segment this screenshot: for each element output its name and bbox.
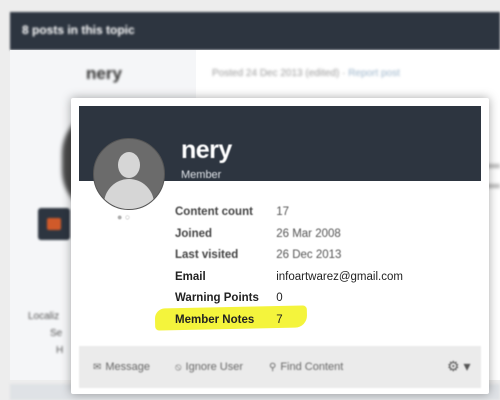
- rank-badge-icon: [38, 208, 70, 240]
- stat-label: Last visited: [175, 249, 239, 261]
- stat-label: Joined: [175, 227, 213, 240]
- member-group: Member: [181, 169, 222, 181]
- find-content-button[interactable]: ⚲ Find Content: [269, 361, 343, 373]
- member-hovercard: nery Member ● ○ Content count 17 Joined …: [71, 98, 489, 394]
- stat-last-visited: Last visited 26 Dec 2013: [175, 245, 403, 267]
- block-icon: ⦸: [175, 362, 182, 373]
- stat-content-count: Content count 17: [175, 202, 403, 224]
- post-meta: Posted 24 Dec 2013 (edited) · Report pos…: [212, 68, 400, 79]
- side-line: Localiz: [28, 311, 60, 322]
- member-stats: Content count 17 Joined 26 Mar 2008 Last…: [175, 202, 403, 331]
- message-button[interactable]: ✉ Message: [93, 361, 150, 373]
- envelope-icon: ✉: [93, 362, 102, 373]
- stat-joined: Joined 26 Mar 2008: [175, 224, 403, 246]
- stat-label: Warning Points: [175, 292, 259, 304]
- ignore-label: Ignore User: [185, 361, 244, 373]
- stat-value: 17: [276, 206, 289, 218]
- stat-value: 0: [276, 292, 283, 304]
- message-label: Message: [105, 361, 151, 373]
- stat-value: infoartwarez@gmail.com: [276, 270, 403, 283]
- stat-label: Content count: [175, 206, 253, 218]
- search-icon: ⚲: [269, 362, 277, 373]
- post-author-name[interactable]: nery: [86, 64, 122, 84]
- stat-warning-points: Warning Points 0: [175, 288, 403, 310]
- topic-post-count: 8 posts in this topic: [22, 23, 135, 37]
- member-avatar[interactable]: [93, 138, 165, 210]
- stat-value: 26 Mar 2008: [276, 227, 341, 240]
- find-label: Find Content: [280, 361, 344, 373]
- member-name[interactable]: nery: [181, 136, 232, 165]
- ignore-user-button[interactable]: ⦸ Ignore User: [175, 361, 243, 373]
- gear-icon[interactable]: ⚙ ▾: [447, 358, 470, 375]
- stat-email: Email infoartwarez@gmail.com: [175, 267, 403, 289]
- stat-label: Member Notes: [175, 313, 255, 326]
- topic-header-bar: 8 posts in this topic: [10, 12, 500, 50]
- stat-value: 7: [276, 313, 283, 326]
- posted-date: Posted 24 Dec 2013 (edited) ·: [212, 68, 346, 79]
- side-line: Se: [50, 328, 63, 339]
- stat-value: 26 Dec 2013: [276, 249, 342, 261]
- report-post-link[interactable]: Report post: [348, 68, 400, 79]
- hovercard-footer: ✉ Message ⦸ Ignore User ⚲ Find Content ⚙ ▾: [79, 346, 481, 388]
- stat-member-notes: Member Notes 7: [175, 310, 403, 332]
- stat-label: Email: [175, 270, 206, 283]
- author-side-info: Localiz Se H: [28, 308, 63, 359]
- presence-indicator: ● ○: [117, 212, 131, 222]
- side-line: H: [56, 345, 64, 356]
